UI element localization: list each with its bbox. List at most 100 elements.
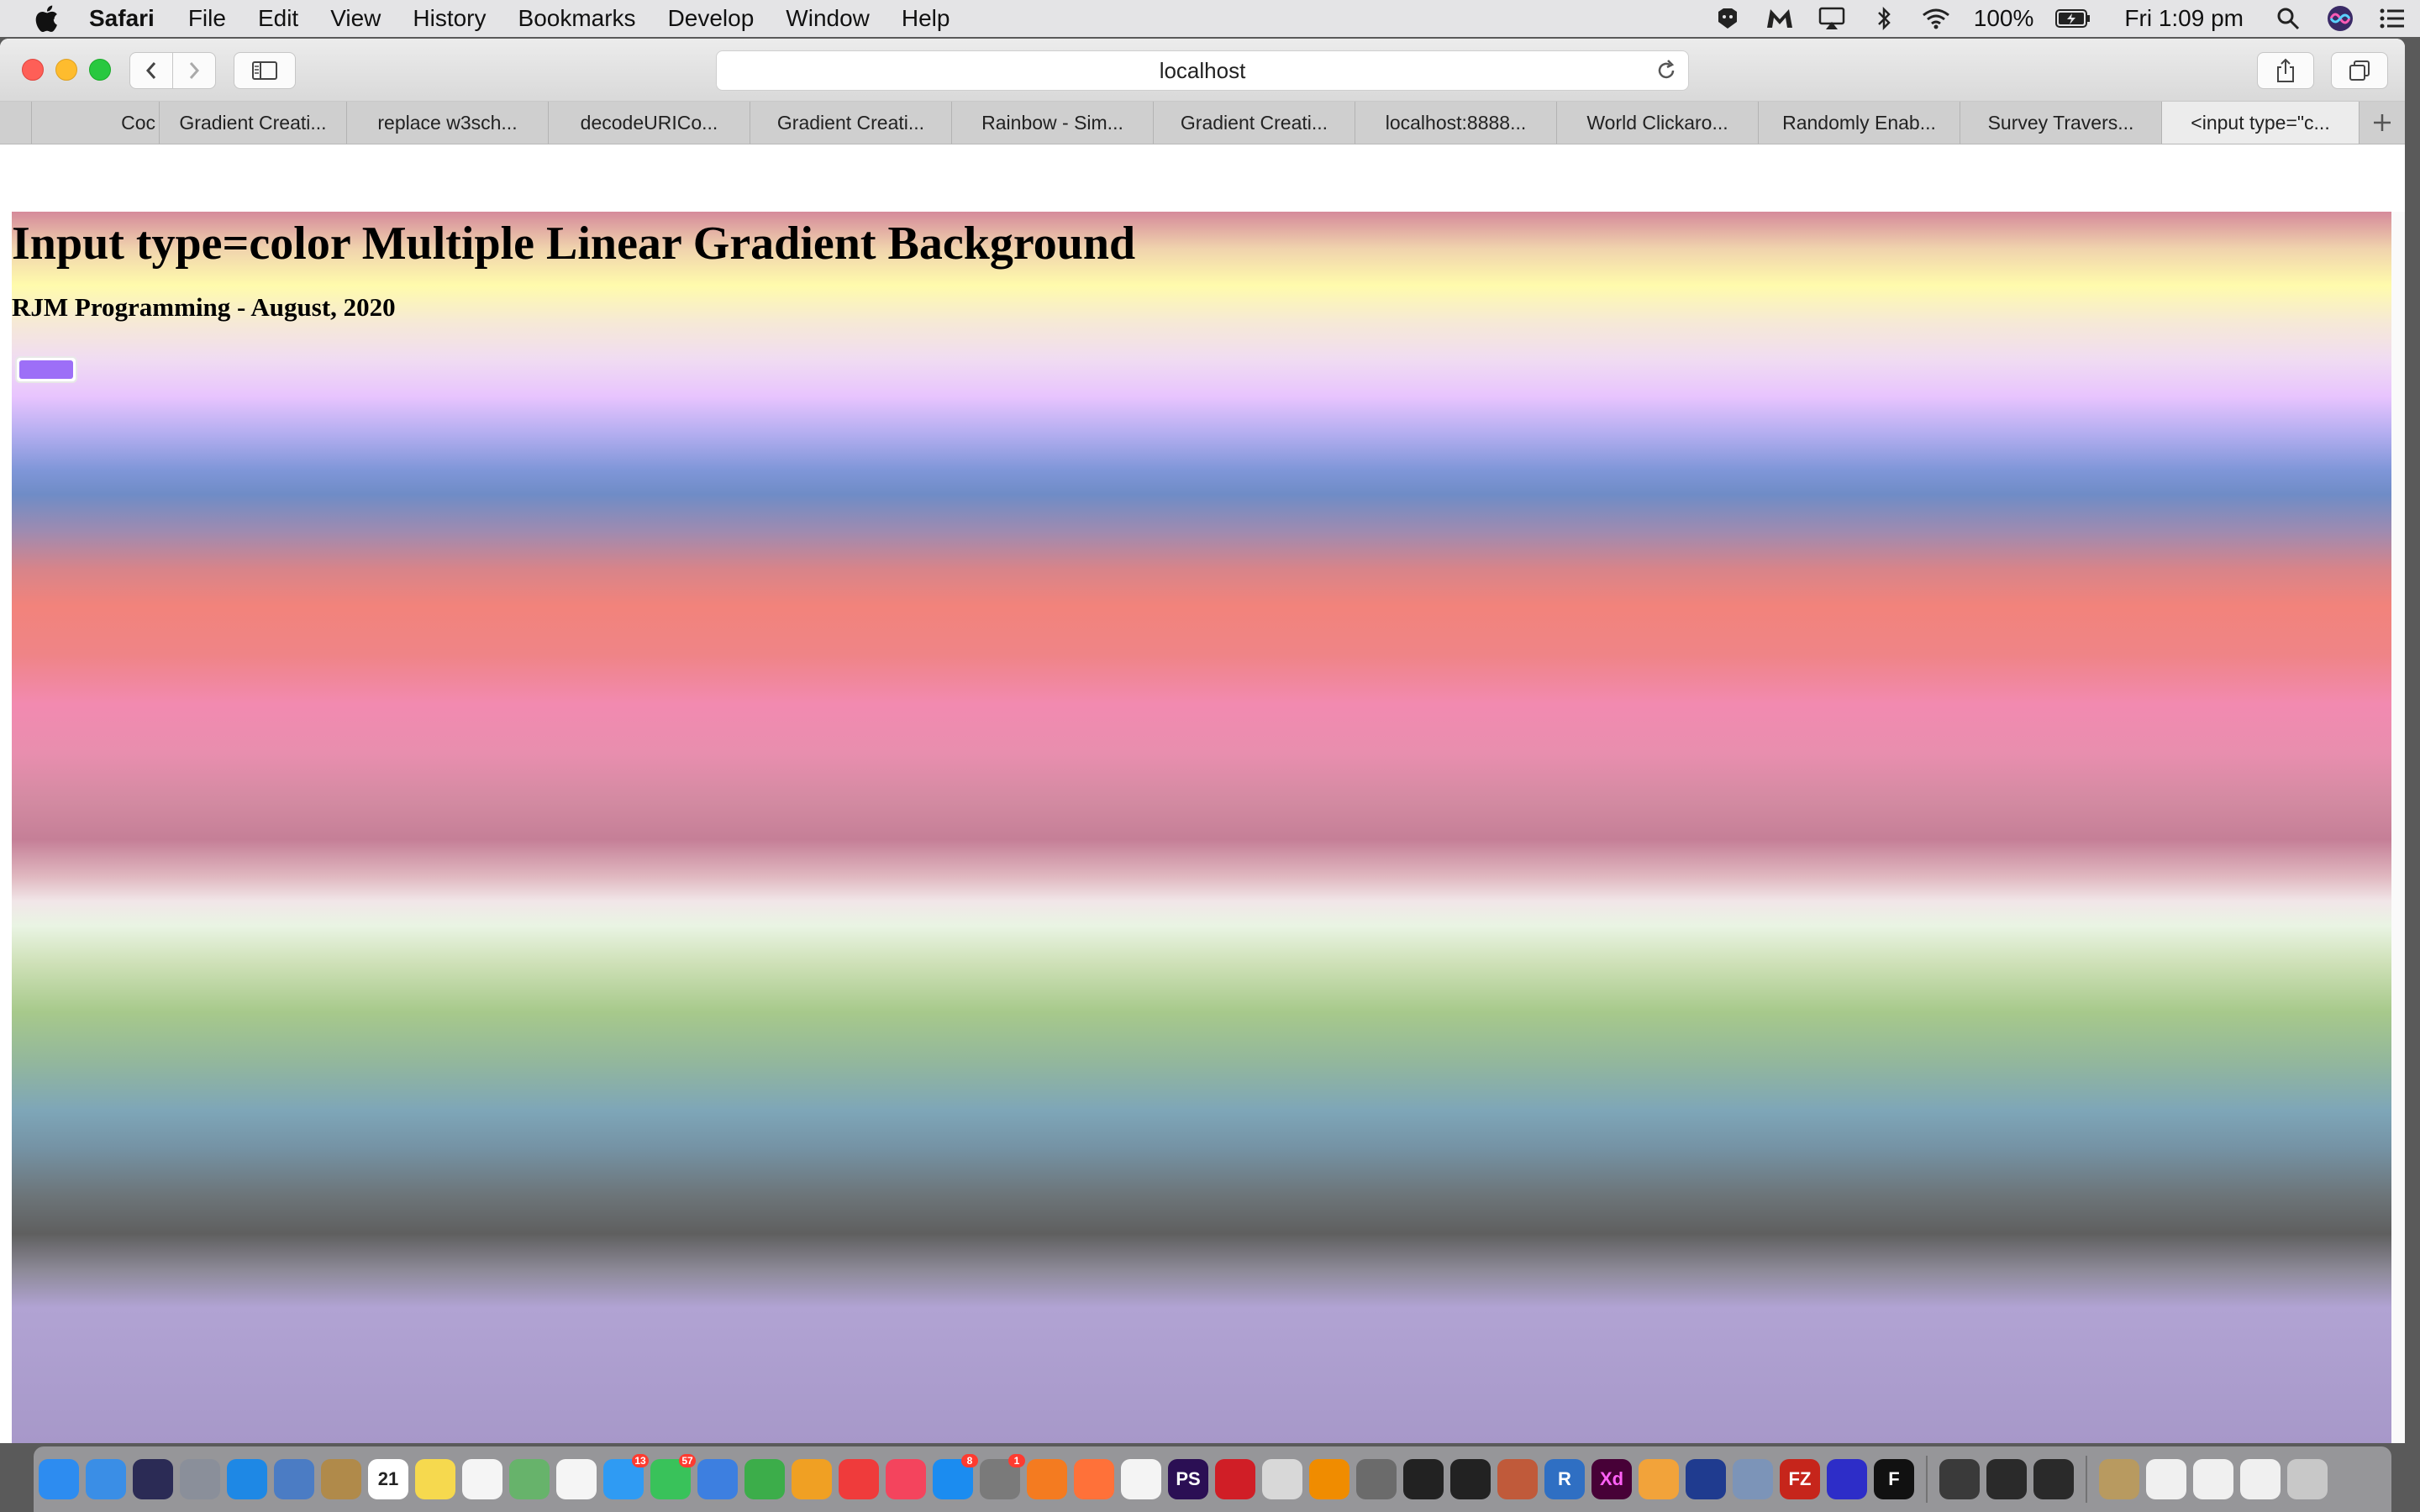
calendar-label: 21 bbox=[377, 1468, 399, 1489]
battery-charging-icon[interactable] bbox=[2055, 5, 2091, 32]
menu-help[interactable]: Help bbox=[902, 5, 950, 32]
window-2-icon[interactable] bbox=[2193, 1459, 2233, 1499]
window-3-icon[interactable] bbox=[2240, 1459, 2281, 1499]
address-bar[interactable]: localhost bbox=[716, 50, 1689, 91]
page-viewport: Input type=color Multiple Linear Gradien… bbox=[0, 144, 2405, 1443]
forward-button[interactable] bbox=[172, 52, 216, 89]
back-button[interactable] bbox=[129, 52, 173, 89]
new-tab-button[interactable] bbox=[2360, 102, 2405, 144]
app-store-icon[interactable]: 8 bbox=[933, 1454, 978, 1499]
news-icon[interactable] bbox=[839, 1459, 879, 1499]
apple-menu-icon[interactable] bbox=[34, 4, 59, 33]
trash-icon[interactable] bbox=[2287, 1459, 2328, 1499]
firefox-icon[interactable] bbox=[1074, 1459, 1114, 1499]
dog-app-icon[interactable] bbox=[1713, 5, 1742, 32]
chrome-icon[interactable] bbox=[1121, 1459, 1161, 1499]
sidebar-toggle-button[interactable] bbox=[234, 52, 296, 89]
minimize-window-button[interactable] bbox=[55, 59, 77, 81]
tab-9[interactable]: World Clickaro... bbox=[1557, 102, 1759, 144]
image-capture-icon[interactable] bbox=[1733, 1459, 1773, 1499]
flow-icon[interactable] bbox=[1686, 1459, 1726, 1499]
system-preferences-icon[interactable]: 1 bbox=[980, 1454, 1025, 1499]
reload-icon[interactable] bbox=[1655, 59, 1678, 82]
inkscape-icon[interactable] bbox=[1450, 1459, 1491, 1499]
menu-edit[interactable]: Edit bbox=[258, 5, 298, 32]
tab-11[interactable]: Survey Travers... bbox=[1960, 102, 2162, 144]
preview-icon[interactable] bbox=[274, 1459, 314, 1499]
tab-12-active[interactable]: <input type="c... bbox=[2162, 102, 2360, 144]
dock-badge: 13 bbox=[632, 1454, 649, 1467]
browser-toolbar: localhost bbox=[0, 39, 2405, 102]
pinwheel-icon[interactable] bbox=[1639, 1459, 1679, 1499]
menu-bookmarks[interactable]: Bookmarks bbox=[518, 5, 636, 32]
tab-6[interactable]: Rainbow - Sim... bbox=[952, 102, 1154, 144]
filezilla-icon[interactable]: FZ bbox=[1780, 1459, 1820, 1499]
menu-window[interactable]: Window bbox=[786, 5, 870, 32]
terminal-2-icon[interactable] bbox=[2033, 1459, 2074, 1499]
menu-view[interactable]: View bbox=[330, 5, 381, 32]
launchpad-icon[interactable] bbox=[180, 1459, 220, 1499]
keynote-icon[interactable] bbox=[697, 1459, 738, 1499]
address-text: localhost bbox=[1159, 57, 1246, 83]
opera-icon[interactable] bbox=[1215, 1459, 1255, 1499]
gimp-icon[interactable] bbox=[1356, 1459, 1397, 1499]
messages-icon[interactable]: 13 bbox=[603, 1454, 649, 1499]
pages-icon[interactable] bbox=[792, 1459, 832, 1499]
bluetooth-icon[interactable] bbox=[1870, 5, 1898, 32]
share-icon bbox=[2277, 58, 2294, 82]
finder-icon[interactable] bbox=[86, 1459, 126, 1499]
quicktime-icon[interactable] bbox=[1939, 1459, 1980, 1499]
r-icon[interactable]: R bbox=[1544, 1459, 1585, 1499]
tab-3[interactable]: replace w3sch... bbox=[347, 102, 549, 144]
siri-icon[interactable] bbox=[133, 1459, 173, 1499]
clock[interactable]: Fri 1:09 pm bbox=[2124, 5, 2244, 32]
tab-8[interactable]: localhost:8888... bbox=[1355, 102, 1557, 144]
tab-2[interactable]: Gradient Creati... bbox=[160, 102, 347, 144]
f-icon[interactable]: F bbox=[1874, 1459, 1914, 1499]
xd-icon[interactable]: Xd bbox=[1591, 1459, 1632, 1499]
color-picker-input[interactable] bbox=[15, 356, 77, 383]
numbers-icon[interactable] bbox=[744, 1459, 785, 1499]
audacity-icon[interactable] bbox=[1827, 1459, 1867, 1499]
window-1-icon[interactable] bbox=[2146, 1459, 2186, 1499]
wifi-icon[interactable] bbox=[1922, 5, 1950, 32]
close-window-button[interactable] bbox=[22, 59, 44, 81]
folder-icon[interactable] bbox=[2099, 1459, 2139, 1499]
sequel-icon[interactable] bbox=[1262, 1459, 1302, 1499]
tab-5[interactable]: Gradient Creati... bbox=[750, 102, 952, 144]
facetime-icon[interactable]: 57 bbox=[650, 1454, 696, 1499]
maps-icon[interactable] bbox=[509, 1459, 550, 1499]
menu-file[interactable]: File bbox=[188, 5, 226, 32]
app-menu-safari[interactable]: Safari bbox=[89, 5, 155, 32]
tab-overview-button[interactable] bbox=[2331, 52, 2388, 89]
notefile-icon[interactable] bbox=[321, 1459, 361, 1499]
tab-7[interactable]: Gradient Creati... bbox=[1154, 102, 1355, 144]
safari-icon[interactable] bbox=[227, 1459, 267, 1499]
music-icon[interactable] bbox=[886, 1459, 926, 1499]
reminders-icon[interactable] bbox=[462, 1459, 502, 1499]
safari-compass-icon[interactable] bbox=[39, 1459, 79, 1499]
notification-center-icon[interactable] bbox=[2378, 5, 2407, 32]
db-browser-icon[interactable] bbox=[1497, 1459, 1538, 1499]
siri-icon[interactable] bbox=[2326, 5, 2354, 32]
console-icon[interactable] bbox=[1986, 1459, 2027, 1499]
notes-icon[interactable] bbox=[415, 1459, 455, 1499]
terminal-icon[interactable] bbox=[1403, 1459, 1444, 1499]
phpstorm-icon[interactable]: PS bbox=[1168, 1459, 1208, 1499]
spotlight-search-icon[interactable] bbox=[2274, 5, 2302, 32]
tab-10[interactable]: Randomly Enab... bbox=[1759, 102, 1960, 144]
menu-develop[interactable]: Develop bbox=[668, 5, 755, 32]
photos-icon[interactable] bbox=[556, 1459, 597, 1499]
tab-4[interactable]: decodeURICo... bbox=[549, 102, 750, 144]
tab-1[interactable]: Coc bbox=[32, 102, 160, 144]
menu-history[interactable]: History bbox=[413, 5, 486, 32]
tab-pinned[interactable] bbox=[0, 102, 32, 144]
avast-icon[interactable] bbox=[1027, 1459, 1067, 1499]
share-button[interactable] bbox=[2257, 52, 2314, 89]
calendar-icon[interactable]: 21 bbox=[368, 1459, 408, 1499]
airplay-icon[interactable] bbox=[1818, 5, 1846, 32]
vlc-icon[interactable] bbox=[1309, 1459, 1349, 1499]
scrollbar[interactable] bbox=[2391, 212, 2405, 1443]
mail-m-icon[interactable] bbox=[1765, 5, 1794, 32]
zoom-window-button[interactable] bbox=[89, 59, 111, 81]
